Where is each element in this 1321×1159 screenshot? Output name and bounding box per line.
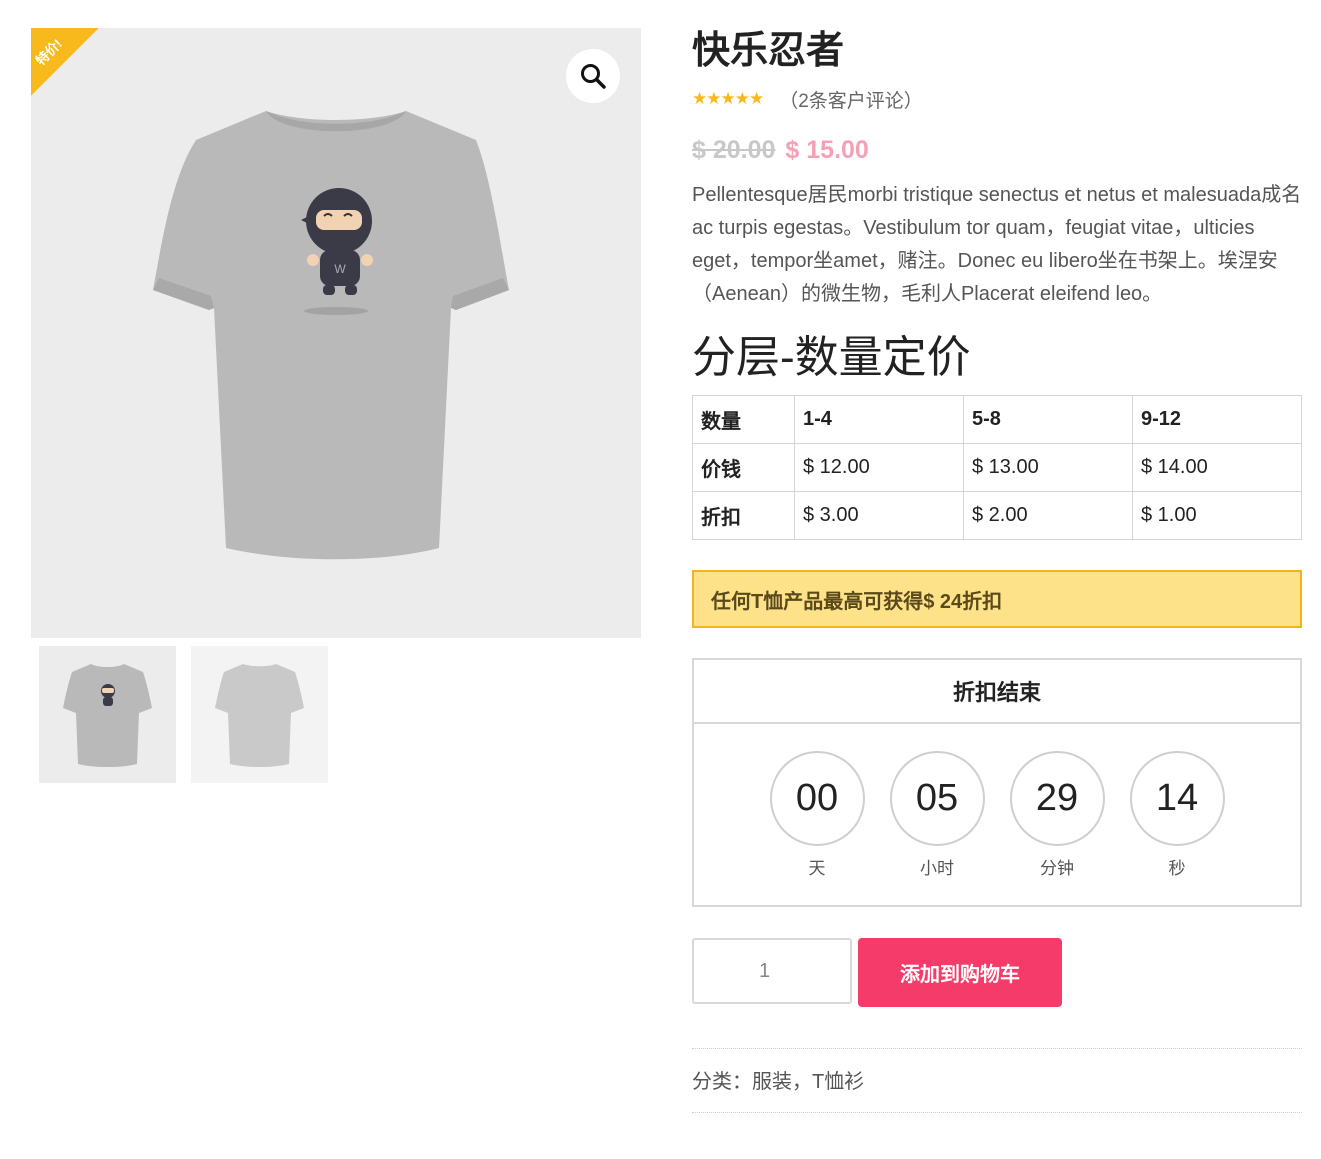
countdown-minutes: 29 分钟: [1009, 751, 1105, 879]
table-cell: 9-12: [1132, 395, 1302, 444]
category-link-tshirts[interactable]: T恤衫: [812, 1071, 864, 1093]
countdown-title: 折扣结束: [694, 660, 1300, 724]
countdown-hours: 05 小时: [889, 751, 985, 879]
table-cell: $ 14.00: [1132, 443, 1302, 492]
thumbnail-strip: [31, 646, 641, 783]
table-cell: $ 1.00: [1132, 491, 1302, 540]
countdown-label: 天: [808, 859, 826, 878]
product-gallery: W 特价!: [31, 28, 641, 783]
table-cell: 5-8: [963, 395, 1133, 444]
countdown-units: 00 天 05 小时 29 分钟 14 秒: [694, 751, 1300, 879]
category-link-clothing[interactable]: 服装: [752, 1071, 792, 1093]
product-meta: 分类：服装，T恤衫: [692, 1048, 1302, 1113]
table-cell: $ 2.00: [963, 491, 1133, 540]
review-count-link[interactable]: （2条客户评论）: [779, 86, 923, 113]
tier-pricing-table: 数量 1-4 5-8 9-12 价钱 $ 12.00 $ 13.00 $ 14.…: [692, 395, 1302, 540]
magnifier-icon: [581, 64, 606, 89]
product-description: Pellentesque居民morbi tristique senectus e…: [692, 184, 1302, 305]
sale-badge-label: 特价!: [32, 36, 65, 69]
countdown-label: 分钟: [1040, 859, 1074, 878]
category-separator: ，: [792, 1071, 812, 1093]
discount-promo-banner: 任何T恤产品最高可获得$ 24折扣: [692, 570, 1302, 628]
tshirt-back-icon: [215, 664, 304, 767]
tshirt-front-icon: [63, 664, 152, 767]
table-cell: 价钱: [692, 443, 795, 492]
sale-price: $ 15.00: [785, 136, 869, 164]
table-cell: $ 12.00: [794, 443, 964, 492]
countdown-value: 14: [1129, 751, 1225, 846]
tier-pricing-heading: 分层-数量定价: [692, 333, 971, 382]
table-row: 数量 1-4 5-8 9-12: [692, 395, 1302, 444]
original-price: $ 20.00: [692, 136, 776, 164]
table-cell: $ 3.00: [794, 491, 964, 540]
countdown-label: 秒: [1168, 859, 1186, 878]
product-summary: 快乐忍者 ★★★★★ （2条客户评论） $ 20.00 $ 15.00 Pell…: [692, 28, 1302, 1113]
countdown-value: 00: [769, 751, 865, 846]
tshirt-back-thumbnail[interactable]: [191, 646, 328, 783]
add-to-cart-form: 添加到购物车: [692, 938, 1302, 1007]
product-rating: ★★★★★ （2条客户评论）: [692, 86, 1302, 113]
table-cell: 折扣: [692, 491, 795, 540]
countdown-label: 小时: [920, 859, 954, 878]
sale-badge: 特价!: [31, 28, 99, 96]
countdown-value: 29: [1009, 751, 1105, 846]
product-price: $ 20.00 $ 15.00: [692, 136, 1302, 165]
tshirt-front-thumbnail[interactable]: [39, 646, 176, 783]
rating-stars: ★★★★★: [692, 89, 764, 108]
svg-text:W: W: [334, 262, 346, 276]
table-cell: 数量: [692, 395, 795, 444]
tshirt-image: W: [153, 111, 509, 560]
table-row: 折扣 $ 3.00 $ 2.00 $ 1.00: [692, 491, 1302, 540]
countdown-days: 00 天: [769, 751, 865, 879]
table-cell: 1-4: [794, 395, 964, 444]
main-product-image[interactable]: W 特价!: [31, 28, 641, 638]
product-title: 快乐忍者: [692, 30, 845, 72]
countdown-seconds: 14 秒: [1129, 751, 1225, 879]
countdown-value: 05: [889, 751, 985, 846]
quantity-input[interactable]: [692, 938, 852, 1004]
add-to-cart-button[interactable]: 添加到购物车: [858, 938, 1062, 1007]
table-row: 价钱 $ 12.00 $ 13.00 $ 14.00: [692, 443, 1302, 492]
zoom-button[interactable]: [566, 49, 620, 103]
countdown-timer: 折扣结束 00 天 05 小时 29 分钟 14 秒: [692, 658, 1302, 907]
table-cell: $ 13.00: [963, 443, 1133, 492]
category-label: 分类：: [692, 1071, 752, 1093]
